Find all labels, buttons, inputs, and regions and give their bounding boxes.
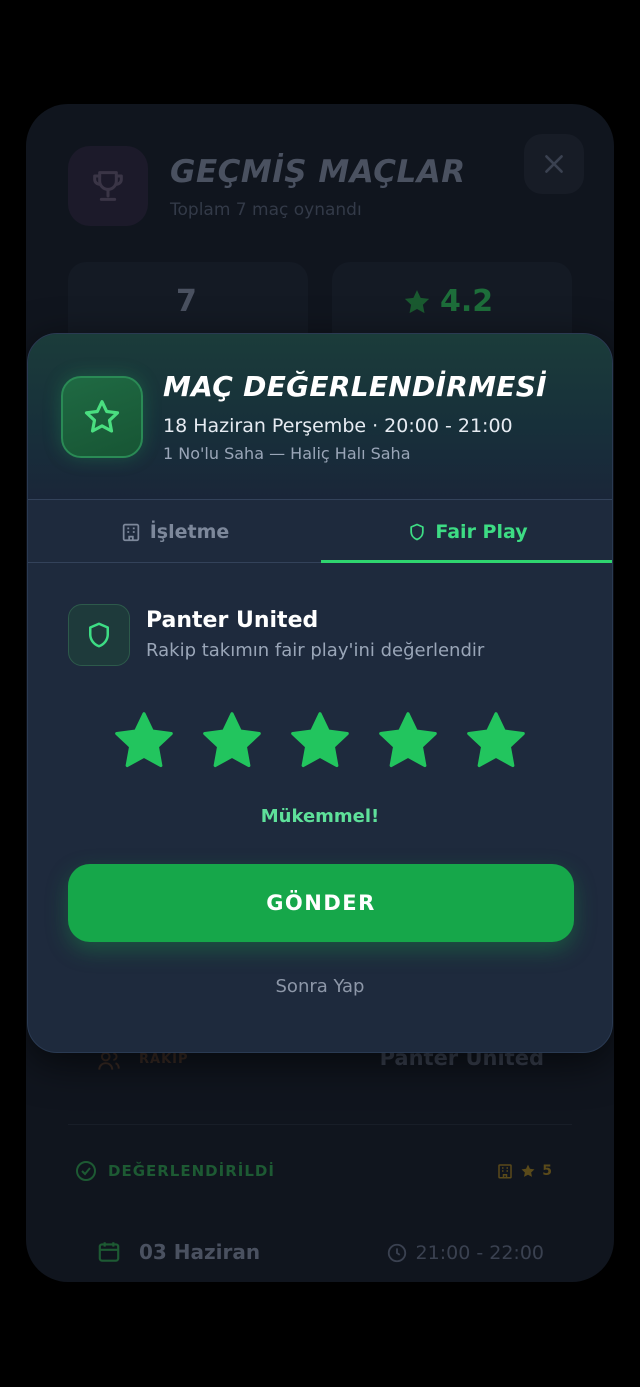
rated-badge: 5	[496, 1162, 552, 1180]
shield-icon	[68, 604, 130, 666]
star-rating-1[interactable]	[112, 709, 176, 773]
modal-title: MAÇ DEĞERLENDİRMESİ	[163, 370, 547, 403]
later-button[interactable]: Sonra Yap	[28, 976, 612, 997]
match-time: 21:00 - 22:00	[415, 1242, 544, 1264]
active-tab-indicator	[321, 560, 612, 563]
close-icon	[545, 155, 563, 173]
history-subtitle: Toplam 7 maç oynandı	[170, 200, 362, 220]
check-circle-icon	[74, 1159, 98, 1187]
rival-label: RAKİP	[139, 1052, 189, 1067]
stat-matches-value: 7	[176, 284, 197, 319]
star-icon	[291, 712, 349, 768]
close-button[interactable]	[524, 134, 584, 194]
tab-business-label: İşletme	[149, 521, 230, 543]
star-rating	[28, 709, 612, 773]
team-name: Panter United	[146, 608, 319, 633]
building-icon	[498, 1164, 512, 1179]
clock-icon	[387, 1243, 406, 1263]
team-prompt: Rakip takımın fair play'ini değerlendir	[146, 640, 485, 661]
star-icon	[521, 1164, 535, 1177]
tab-fair-play-label: Fair Play	[435, 521, 528, 543]
modal-header: MAÇ DEĞERLENDİRMESİ 18 Haziran Perşembe …	[28, 334, 612, 499]
star-icon	[404, 289, 430, 313]
tab-fair-play[interactable]: Fair Play	[321, 500, 612, 564]
star-icon	[467, 712, 525, 768]
stat-rating-value: 4.2	[440, 284, 494, 319]
calendar-icon	[96, 1239, 122, 1269]
star-icon	[203, 712, 261, 768]
tab-business[interactable]: İşletme	[28, 500, 321, 564]
star-rating-5[interactable]	[464, 709, 528, 773]
rating-modal: MAÇ DEĞERLENDİRMESİ 18 Haziran Perşembe …	[27, 333, 613, 1053]
match-datetime: 18 Haziran Perşembe · 20:00 - 21:00	[163, 415, 513, 437]
star-rating-4[interactable]	[376, 709, 440, 773]
rating-tabs: İşletme Fair Play	[28, 499, 612, 563]
match-date: 03 Haziran	[139, 1240, 261, 1264]
star-rating-3[interactable]	[288, 709, 352, 773]
star-icon	[115, 712, 173, 768]
rating-label: Mükemmel!	[260, 806, 380, 827]
rated-score: 5	[542, 1163, 552, 1179]
star-icon	[379, 712, 437, 768]
match-venue: 1 No'lu Saha — Haliç Halı Saha	[163, 444, 411, 463]
submit-button[interactable]: GÖNDER	[68, 864, 574, 942]
rated-label: DEĞERLENDİRİLDİ	[108, 1162, 275, 1180]
building-icon	[122, 523, 139, 542]
divider	[68, 1124, 572, 1125]
history-title: GEÇMİŞ MAÇLAR	[170, 154, 466, 190]
trophy-icon	[68, 146, 148, 226]
star-rating-2[interactable]	[200, 709, 264, 773]
star-outline-icon	[61, 376, 143, 458]
shield-icon	[410, 523, 425, 541]
